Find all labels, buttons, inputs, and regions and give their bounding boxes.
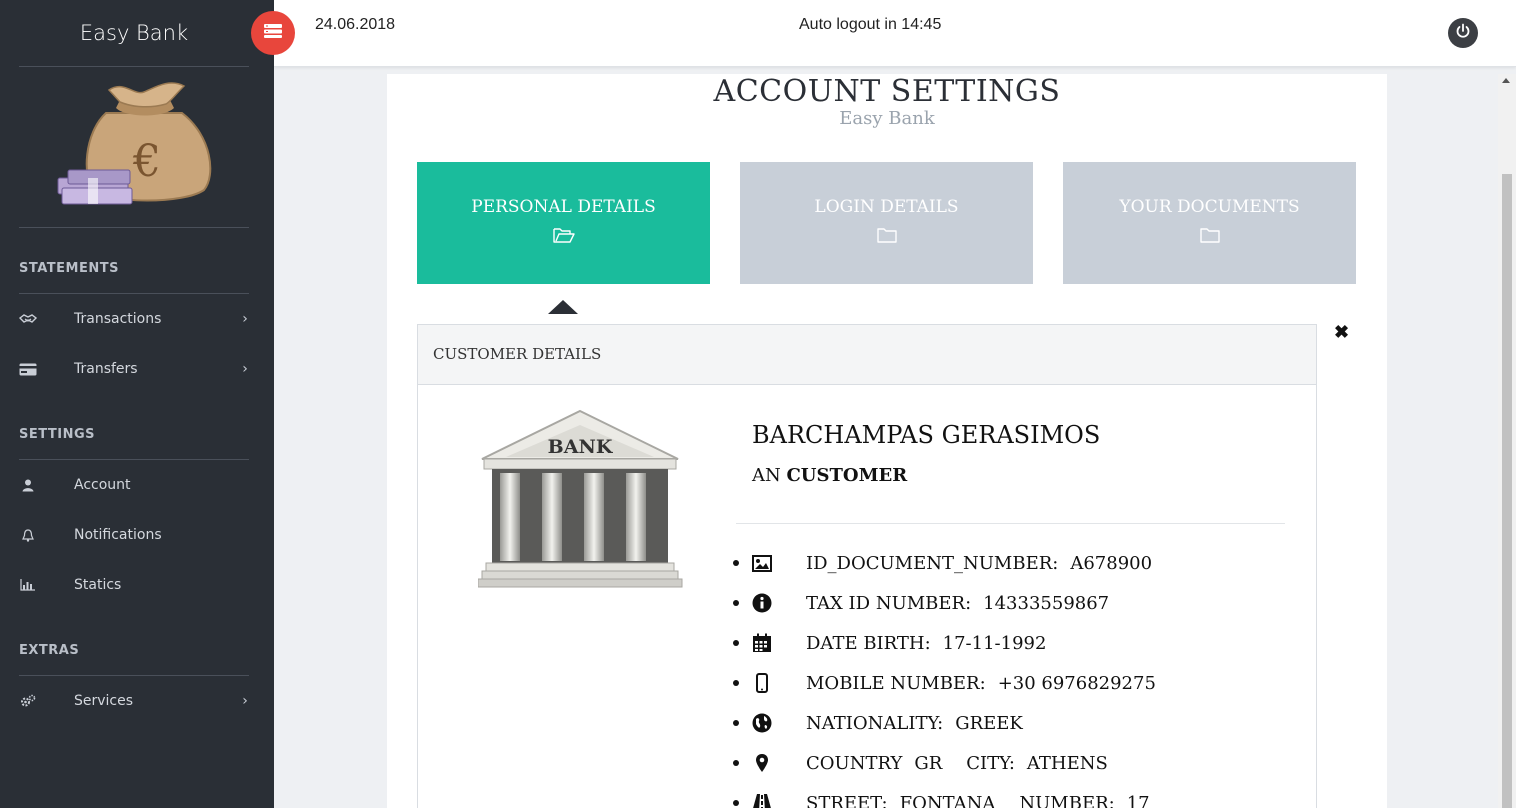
power-icon (1455, 23, 1471, 44)
credit-card-icon (19, 362, 37, 376)
folder-icon (1199, 227, 1220, 249)
image-icon (751, 552, 773, 574)
sidebar-divider (19, 66, 249, 67)
current-date: 24.06.2018 (315, 16, 396, 33)
tab-label: YOUR DOCUMENTS (1119, 197, 1300, 217)
detail-label: MOBILE NUMBER: (806, 672, 986, 694)
detail-value: A678900 (1070, 552, 1153, 574)
close-icon[interactable]: ✖ (1334, 322, 1349, 343)
detail-value: GREEK (955, 712, 1023, 734)
bank-building-image: BANK (477, 407, 683, 589)
chevron-right-icon: › (242, 693, 248, 709)
globe-icon (751, 712, 773, 734)
page-subtitle: Easy Bank (839, 108, 935, 129)
money-bag-logo: € (54, 78, 219, 218)
panel-heading: CUSTOMER DETAILS (418, 325, 1316, 385)
section-settings: SETTINGS (19, 427, 96, 442)
sidebar-item-label: Notifications (74, 527, 162, 543)
detail-value: FONTANA (899, 792, 996, 808)
menu-toggle-button[interactable] (251, 11, 295, 55)
role-value: CUSTOMER (786, 465, 908, 486)
detail-label: ID_DOCUMENT_NUMBER: (806, 552, 1059, 574)
sidebar-divider (19, 675, 249, 676)
customer-name: BARCHAMPAS GERASIMOS (752, 421, 1101, 449)
detail-label: NUMBER: (1019, 792, 1115, 808)
section-extras: EXTRAS (19, 643, 80, 658)
detail-value: +30 6976829275 (997, 672, 1156, 694)
sidebar-item-label: Transactions (74, 311, 162, 327)
active-tab-pointer-icon (548, 300, 578, 314)
tab-personal-details[interactable]: PERSONAL DETAILS (417, 162, 710, 284)
detail-value: 14333559867 (983, 592, 1110, 614)
bank-sign-text: BANK (548, 436, 614, 458)
detail-label: STREET: (806, 792, 888, 808)
section-statements: STATEMENTS (19, 261, 119, 276)
user-icon (19, 478, 37, 492)
sidebar-item-services[interactable]: Services › (0, 681, 274, 721)
brand-title[interactable]: Easy Bank (0, 0, 268, 66)
detail-label: TAX ID NUMBER: (806, 592, 972, 614)
bell-icon (19, 528, 37, 542)
scroll-up-arrow-icon[interactable] (1502, 78, 1510, 83)
sidebar-item-transfers[interactable]: Transfers › (0, 349, 274, 389)
logout-button[interactable] (1448, 18, 1478, 48)
detail-label: COUNTRY (806, 752, 903, 774)
detail-label: NATIONALITY: (806, 712, 944, 734)
chevron-right-icon: › (242, 311, 248, 327)
detail-value: 17-11-1992 (942, 632, 1047, 654)
chevron-right-icon: › (242, 361, 248, 377)
handshake-icon (19, 312, 37, 326)
tab-label: LOGIN DETAILS (814, 197, 959, 217)
customer-role: AN CUSTOMER (752, 465, 907, 486)
cogs-icon (19, 694, 37, 708)
folder-icon (876, 227, 897, 249)
account-settings-card: ACCOUNT SETTINGS Easy Bank PERSONAL DETA… (387, 74, 1387, 808)
role-prefix: AN (752, 465, 781, 486)
page-title: ACCOUNT SETTINGS (713, 74, 1061, 109)
scroll-thumb[interactable] (1502, 174, 1512, 808)
bar-chart-icon (19, 578, 37, 592)
panel-divider (736, 523, 1285, 524)
detail-value: ATHENS (1026, 752, 1108, 774)
sidebar-item-label: Account (74, 477, 131, 493)
sidebar-item-label: Services (74, 693, 134, 709)
sidebar-item-label: Transfers (74, 361, 138, 377)
sidebar: Easy Bank € STATEMENTS Transactions › Tr… (0, 0, 274, 808)
sidebar-item-notifications[interactable]: Notifications (0, 515, 274, 555)
tab-your-documents[interactable]: YOUR DOCUMENTS (1063, 162, 1356, 284)
detail-label: CITY: (966, 752, 1015, 774)
tab-login-details[interactable]: LOGIN DETAILS (740, 162, 1033, 284)
list-icon (263, 23, 283, 44)
map-marker-icon (751, 752, 773, 774)
auto-logout-timer: Auto logout in 14:45 (799, 16, 942, 33)
calendar-icon (751, 632, 773, 654)
detail-value: GR (914, 752, 943, 774)
mobile-phone-icon (751, 672, 773, 694)
sidebar-item-account[interactable]: Account (0, 465, 274, 505)
sidebar-divider (19, 227, 249, 228)
sidebar-item-statics[interactable]: Statics (0, 565, 274, 605)
sidebar-divider (19, 459, 249, 460)
folder-open-icon (552, 227, 575, 249)
detail-label: DATE BIRTH: (806, 632, 931, 654)
top-bar: 24.06.2018 Auto logout in 14:45 (274, 0, 1516, 67)
road-icon (751, 792, 773, 808)
tab-label: PERSONAL DETAILS (471, 197, 656, 217)
sidebar-item-label: Statics (74, 577, 122, 593)
page-scrollbar[interactable] (1498, 74, 1516, 808)
info-circle-icon (751, 592, 773, 614)
sidebar-divider (19, 293, 249, 294)
svg-text:€: € (132, 136, 161, 187)
sidebar-item-transactions[interactable]: Transactions › (0, 299, 274, 339)
detail-value: 17 (1126, 792, 1150, 808)
customer-details-panel: CUSTOMER DETAILS BANK BARCHAMPAS GERASIM… (417, 324, 1317, 808)
